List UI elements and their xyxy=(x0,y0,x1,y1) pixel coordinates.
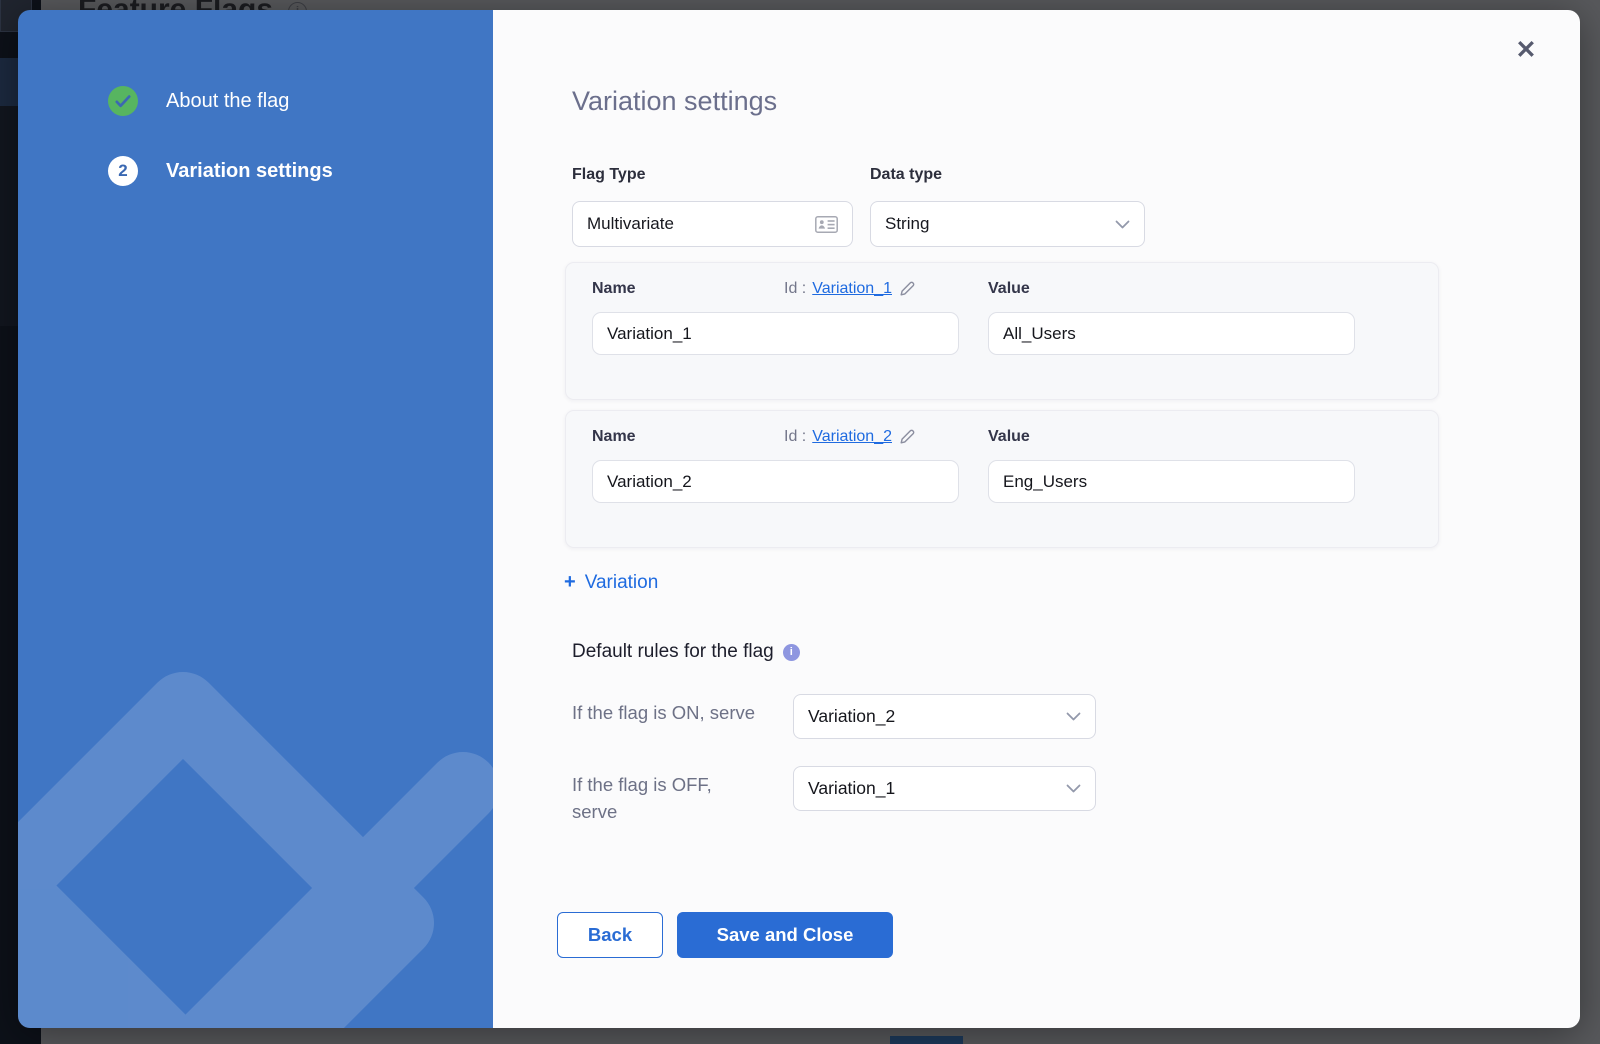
step-number-badge: 2 xyxy=(108,156,138,186)
back-button[interactable]: Back xyxy=(557,912,663,958)
flag-type-label: Flag Type xyxy=(572,166,646,184)
variation-card-2: Name Id : Variation_2 Value xyxy=(565,410,1439,548)
variation-card-1: Name Id : Variation_1 Value xyxy=(565,262,1439,400)
id-prefix: Id : xyxy=(784,428,806,446)
rule-on-value: Variation_2 xyxy=(808,706,895,727)
variation-name-input[interactable] xyxy=(592,312,959,355)
pencil-icon xyxy=(898,428,916,446)
rule-off-label: If the flag is OFF, serve xyxy=(572,771,752,825)
edit-id-button[interactable] xyxy=(898,280,916,298)
pencil-icon xyxy=(898,280,916,298)
background-bottom-button xyxy=(890,1036,963,1044)
flag-wizard-modal: About the flag 2 Variation settings ✕ Va… xyxy=(18,10,1580,1028)
edit-id-button[interactable] xyxy=(898,428,916,446)
step-variation-settings[interactable]: 2 Variation settings xyxy=(108,156,333,186)
step-about-the-flag[interactable]: About the flag xyxy=(108,86,333,116)
step-label: About the flag xyxy=(166,90,289,113)
feature-flags-logo-watermark xyxy=(18,638,493,1028)
flag-type-field[interactable]: Multivariate xyxy=(572,201,853,247)
variation-id-row: Id : Variation_1 xyxy=(784,280,916,298)
name-label: Name xyxy=(592,280,636,298)
rule-off-value: Variation_1 xyxy=(808,778,895,799)
id-prefix: Id : xyxy=(784,280,806,298)
variation-id-link[interactable]: Variation_1 xyxy=(812,280,892,298)
step-complete-badge xyxy=(108,86,138,116)
add-variation-button[interactable]: + Variation xyxy=(564,571,658,594)
chevron-down-icon xyxy=(1066,712,1081,721)
panel-title: Variation settings xyxy=(572,86,777,117)
step-label: Variation settings xyxy=(166,160,333,183)
variation-id-row: Id : Variation_2 xyxy=(784,428,916,446)
plus-icon: + xyxy=(564,571,576,594)
data-type-label: Data type xyxy=(870,166,942,184)
add-variation-label: Variation xyxy=(585,572,659,594)
chevron-down-icon xyxy=(1115,220,1130,229)
flag-type-value: Multivariate xyxy=(587,214,674,234)
variation-value-input[interactable] xyxy=(988,460,1355,503)
close-icon[interactable]: ✕ xyxy=(1512,36,1540,64)
value-label: Value xyxy=(988,280,1030,298)
rule-on-label: If the flag is ON, serve xyxy=(572,699,802,726)
rule-on-select[interactable]: Variation_2 xyxy=(793,694,1096,739)
data-type-select[interactable]: String xyxy=(870,201,1145,247)
data-type-value: String xyxy=(885,214,929,234)
value-label: Value xyxy=(988,428,1030,446)
default-rules-heading-text: Default rules for the flag xyxy=(572,641,774,663)
variation-name-input[interactable] xyxy=(592,460,959,503)
wizard-steps: About the flag 2 Variation settings xyxy=(108,86,333,226)
rule-off-select[interactable]: Variation_1 xyxy=(793,766,1096,811)
multivariate-card-icon xyxy=(815,216,838,233)
variation-value-input[interactable] xyxy=(988,312,1355,355)
save-and-close-button[interactable]: Save and Close xyxy=(677,912,893,958)
chevron-down-icon xyxy=(1066,784,1081,793)
check-icon xyxy=(115,95,131,108)
info-icon[interactable]: i xyxy=(783,644,800,661)
name-label: Name xyxy=(592,428,636,446)
variation-settings-panel: ✕ Variation settings Flag Type Data type… xyxy=(493,10,1580,1028)
screen: Feature Flags i About the flag 2 Variati… xyxy=(0,0,1600,1044)
variation-id-link[interactable]: Variation_2 xyxy=(812,428,892,446)
default-rules-heading: Default rules for the flag i xyxy=(572,641,800,663)
wizard-sidebar: About the flag 2 Variation settings xyxy=(18,10,493,1028)
